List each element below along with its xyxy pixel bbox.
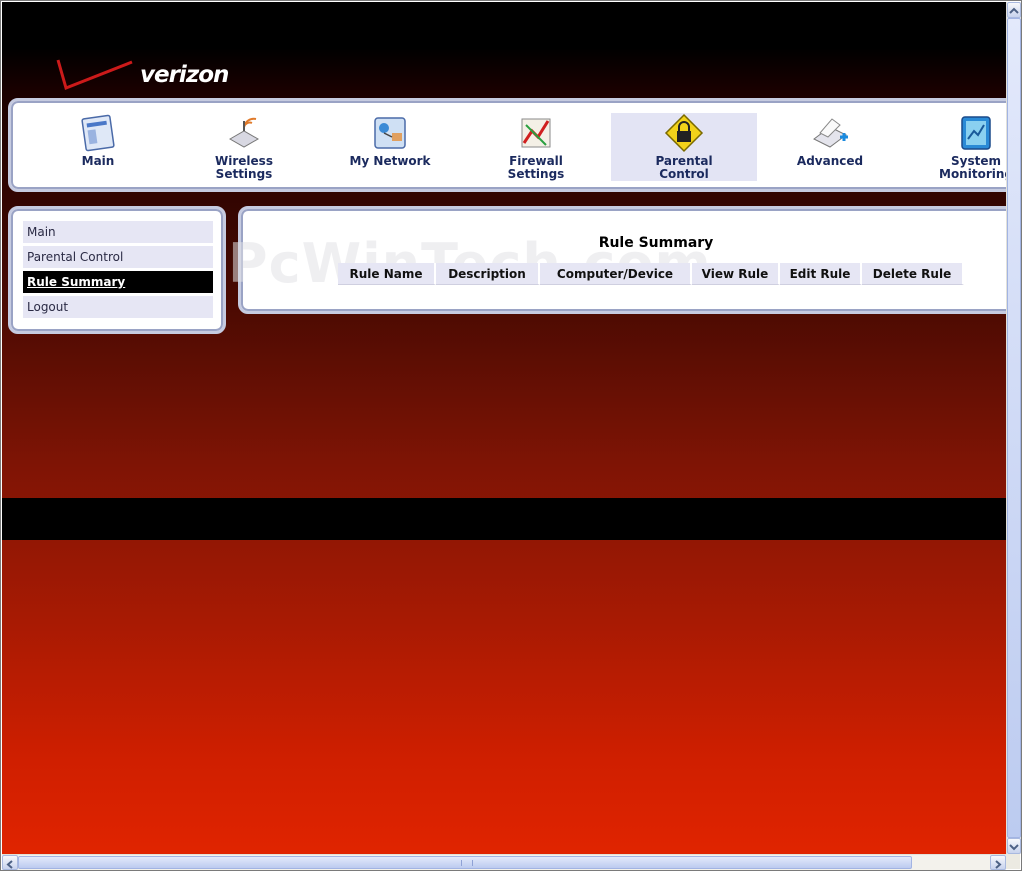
nav-label-main: Main bbox=[81, 154, 115, 168]
sidebar-item-parental-control[interactable]: Parental Control bbox=[23, 246, 213, 268]
nav-label-advanced: Advanced bbox=[796, 154, 864, 168]
nav-item-parental-control[interactable]: Parental Control bbox=[611, 113, 757, 181]
scroll-up-button[interactable] bbox=[1007, 2, 1021, 18]
vertical-scroll-thumb[interactable] bbox=[1007, 18, 1021, 838]
nav-item-main[interactable]: Main bbox=[25, 113, 171, 181]
column-header-rule-name: Rule Name bbox=[338, 263, 436, 285]
sidebar-item-rule-summary[interactable]: Rule Summary bbox=[23, 271, 213, 293]
nav-item-advanced[interactable]: Advanced bbox=[757, 113, 903, 181]
horizontal-scroll-thumb[interactable] bbox=[18, 856, 912, 869]
scroll-right-button[interactable] bbox=[990, 855, 1006, 870]
nav-label-my-network: My Network bbox=[349, 154, 431, 168]
sidebar-item-logout[interactable]: Logout bbox=[23, 296, 213, 318]
network-icon bbox=[374, 117, 406, 149]
nav-item-firewall-settings[interactable]: Firewall Settings bbox=[463, 113, 609, 181]
arrow-up-icon bbox=[1009, 7, 1019, 14]
top-black-bar bbox=[2, 2, 1006, 48]
sidebar-item-main[interactable]: Main bbox=[23, 221, 213, 243]
side-menu: Main Parental Control Rule Summary Logou… bbox=[8, 206, 226, 334]
nav-label-firewall-settings: Firewall Settings bbox=[507, 154, 565, 181]
column-header-edit-rule: Edit Rule bbox=[780, 263, 862, 285]
lock-icon bbox=[664, 113, 704, 153]
content-panel: Rule Summary bbox=[238, 206, 1018, 314]
column-header-delete-rule: Delete Rule bbox=[862, 263, 964, 285]
nav-label-system-monitoring: System Monitoring bbox=[939, 154, 1013, 181]
arrow-down-icon bbox=[1009, 844, 1019, 851]
scrollbar-corner bbox=[1006, 854, 1020, 869]
arrow-left-icon bbox=[6, 860, 13, 869]
logo-text: verizon bbox=[140, 62, 229, 88]
nav-item-my-network[interactable]: My Network bbox=[317, 113, 463, 181]
rule-summary-table-header: Rule Name Description Computer/Device Vi… bbox=[338, 263, 964, 285]
advanced-icon bbox=[813, 118, 848, 148]
vertical-scrollbar[interactable] bbox=[1006, 2, 1021, 854]
scroll-grip-icon bbox=[461, 860, 473, 866]
nav-item-system-monitoring[interactable]: System Monitoring bbox=[903, 113, 1022, 181]
scroll-left-button[interactable] bbox=[2, 855, 18, 870]
nav-label-wireless-settings: Wireless Settings bbox=[215, 154, 273, 181]
middle-black-bar bbox=[2, 498, 1006, 540]
horizontal-scrollbar[interactable] bbox=[2, 854, 1006, 870]
page-title: Rule Summary bbox=[598, 235, 714, 251]
wireless-icon bbox=[228, 117, 260, 148]
scroll-down-button[interactable] bbox=[1007, 838, 1021, 854]
verizon-check-icon bbox=[56, 59, 133, 91]
nav-label-parental-control: Parental Control bbox=[655, 154, 713, 181]
main-icon bbox=[81, 114, 115, 152]
nav-item-wireless-settings[interactable]: Wireless Settings bbox=[171, 113, 317, 181]
firewall-icon bbox=[521, 118, 551, 148]
main-nav: Main Wireless Settings My Network Firewa… bbox=[8, 98, 1018, 192]
verizon-logo[interactable]: verizon bbox=[54, 54, 244, 96]
column-header-view-rule: View Rule bbox=[692, 263, 780, 285]
monitor-icon bbox=[961, 116, 991, 150]
arrow-right-icon bbox=[995, 860, 1002, 869]
column-header-computer-device: Computer/Device bbox=[540, 263, 692, 285]
column-header-description: Description bbox=[436, 263, 540, 285]
